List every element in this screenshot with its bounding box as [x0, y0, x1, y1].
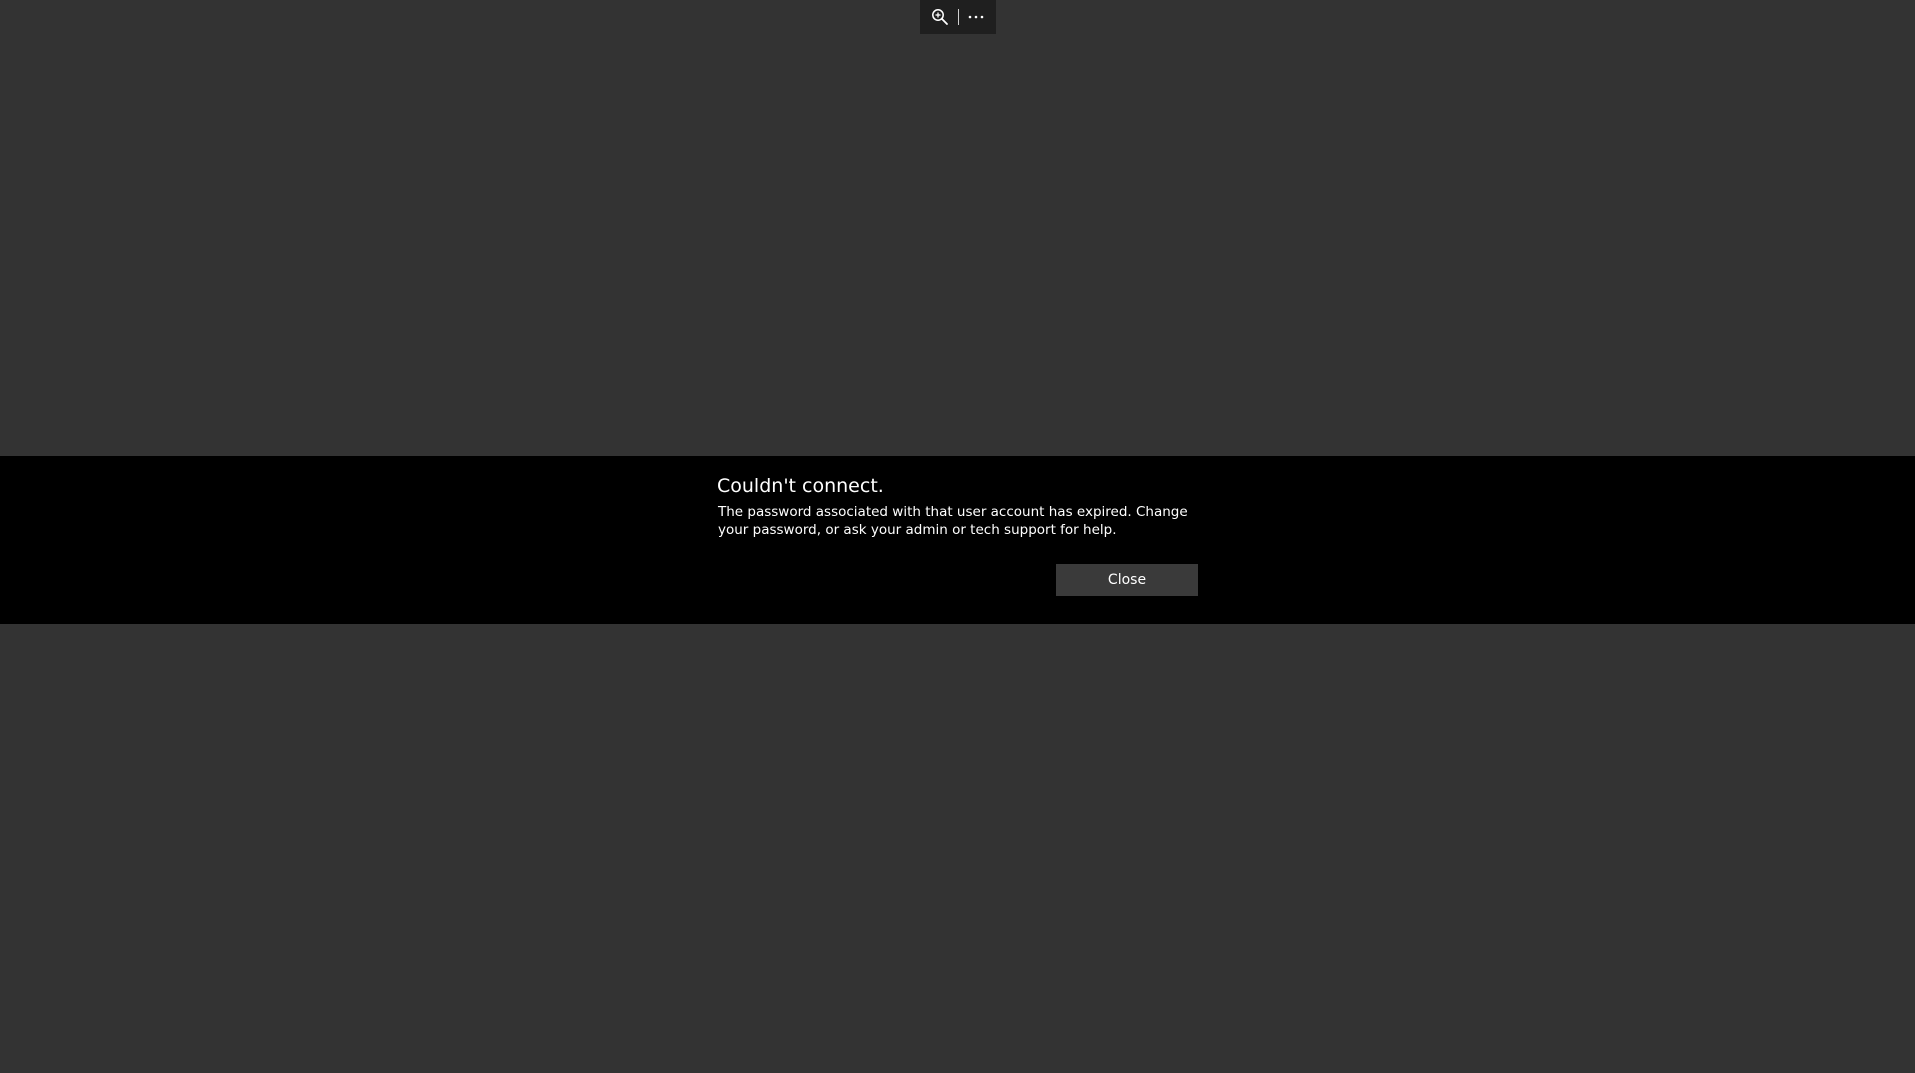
close-button[interactable]: Close — [1056, 564, 1198, 596]
more-options-icon — [968, 15, 984, 19]
dialog-message: The password associated with that user a… — [718, 504, 1188, 538]
dialog-band: Couldn't connect. The password associate… — [0, 456, 1915, 624]
connection-toolbar — [920, 0, 996, 34]
error-dialog: Couldn't connect. The password associate… — [717, 474, 1198, 596]
zoom-button[interactable] — [928, 5, 952, 29]
more-options-button[interactable] — [964, 5, 988, 29]
dialog-actions: Close — [1056, 564, 1198, 596]
remote-desktop-window: Couldn't connect. The password associate… — [0, 0, 1915, 1073]
zoom-in-icon — [932, 9, 948, 25]
dialog-title: Couldn't connect. — [717, 475, 884, 497]
toolbar-separator — [957, 9, 959, 25]
